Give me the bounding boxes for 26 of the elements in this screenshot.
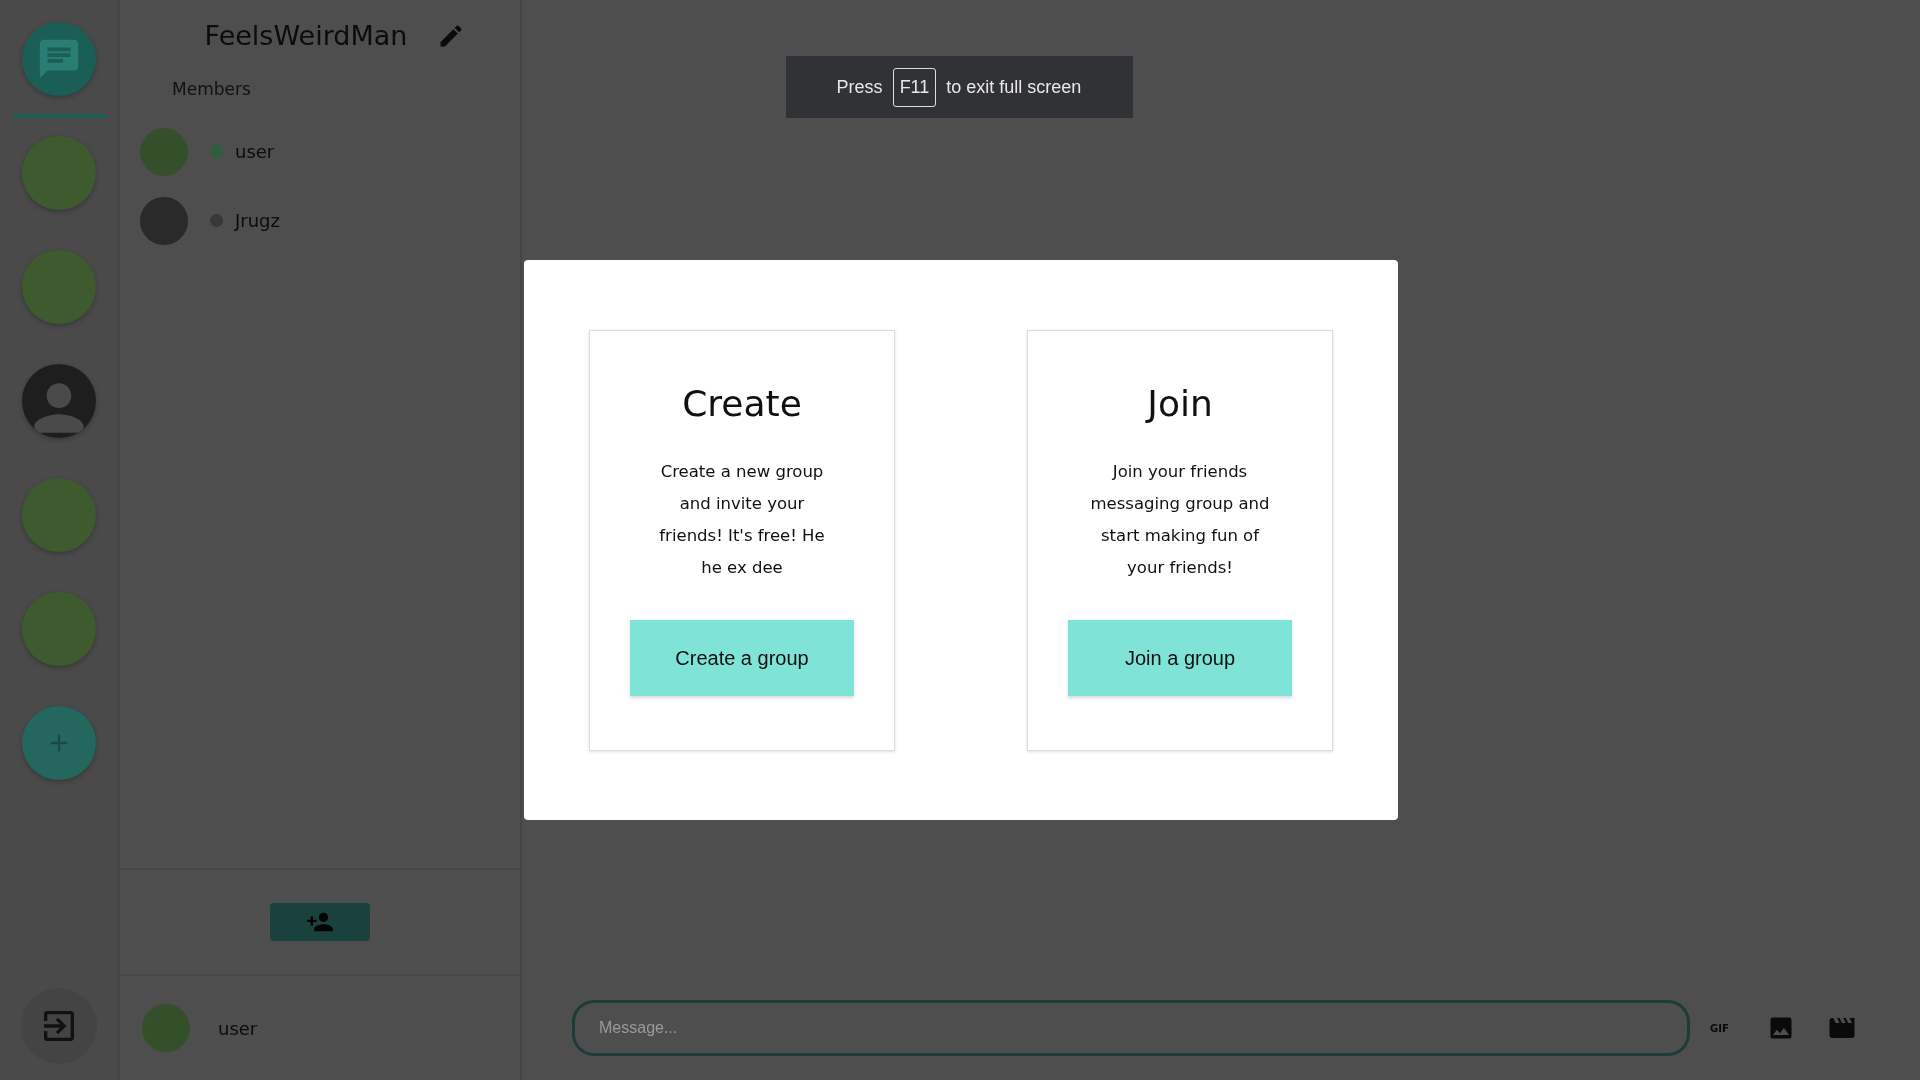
user-avatar — [142, 1004, 190, 1052]
add-group-button[interactable] — [22, 706, 96, 780]
members-label: Members — [172, 79, 252, 99]
user-name: user — [218, 1017, 258, 1039]
member-name: user — [235, 141, 275, 162]
card-action-button[interactable]: Create a group — [630, 620, 854, 696]
card-description: Join your friends messaging group and start making fun of your friends! — [1089, 461, 1271, 579]
group-avatar[interactable] — [22, 250, 96, 324]
notice-text: Press — [836, 76, 883, 98]
member-name: Jrugz — [235, 210, 280, 231]
member-avatar — [140, 196, 188, 245]
group-avatar[interactable] — [22, 136, 96, 210]
group-avatar[interactable] — [22, 478, 96, 552]
card-title: Join — [1147, 383, 1213, 424]
message-input[interactable]: Message... — [572, 1000, 1690, 1056]
card-description: Create a new group and invite your friends! It's free! He he ex dee — [658, 461, 826, 579]
card-action-button[interactable]: Join a group — [1068, 620, 1292, 696]
group-avatar[interactable] — [22, 364, 96, 438]
group-avatar[interactable] — [22, 592, 96, 666]
add-member-button[interactable] — [270, 903, 370, 941]
notice-text: to exit full screen — [946, 76, 1082, 98]
key-label: F11 — [892, 67, 937, 107]
card-title: Create — [682, 383, 802, 424]
member-avatar — [140, 127, 188, 176]
group-title: FeelsWeirdMan — [204, 20, 408, 51]
home-button[interactable] — [22, 22, 96, 96]
